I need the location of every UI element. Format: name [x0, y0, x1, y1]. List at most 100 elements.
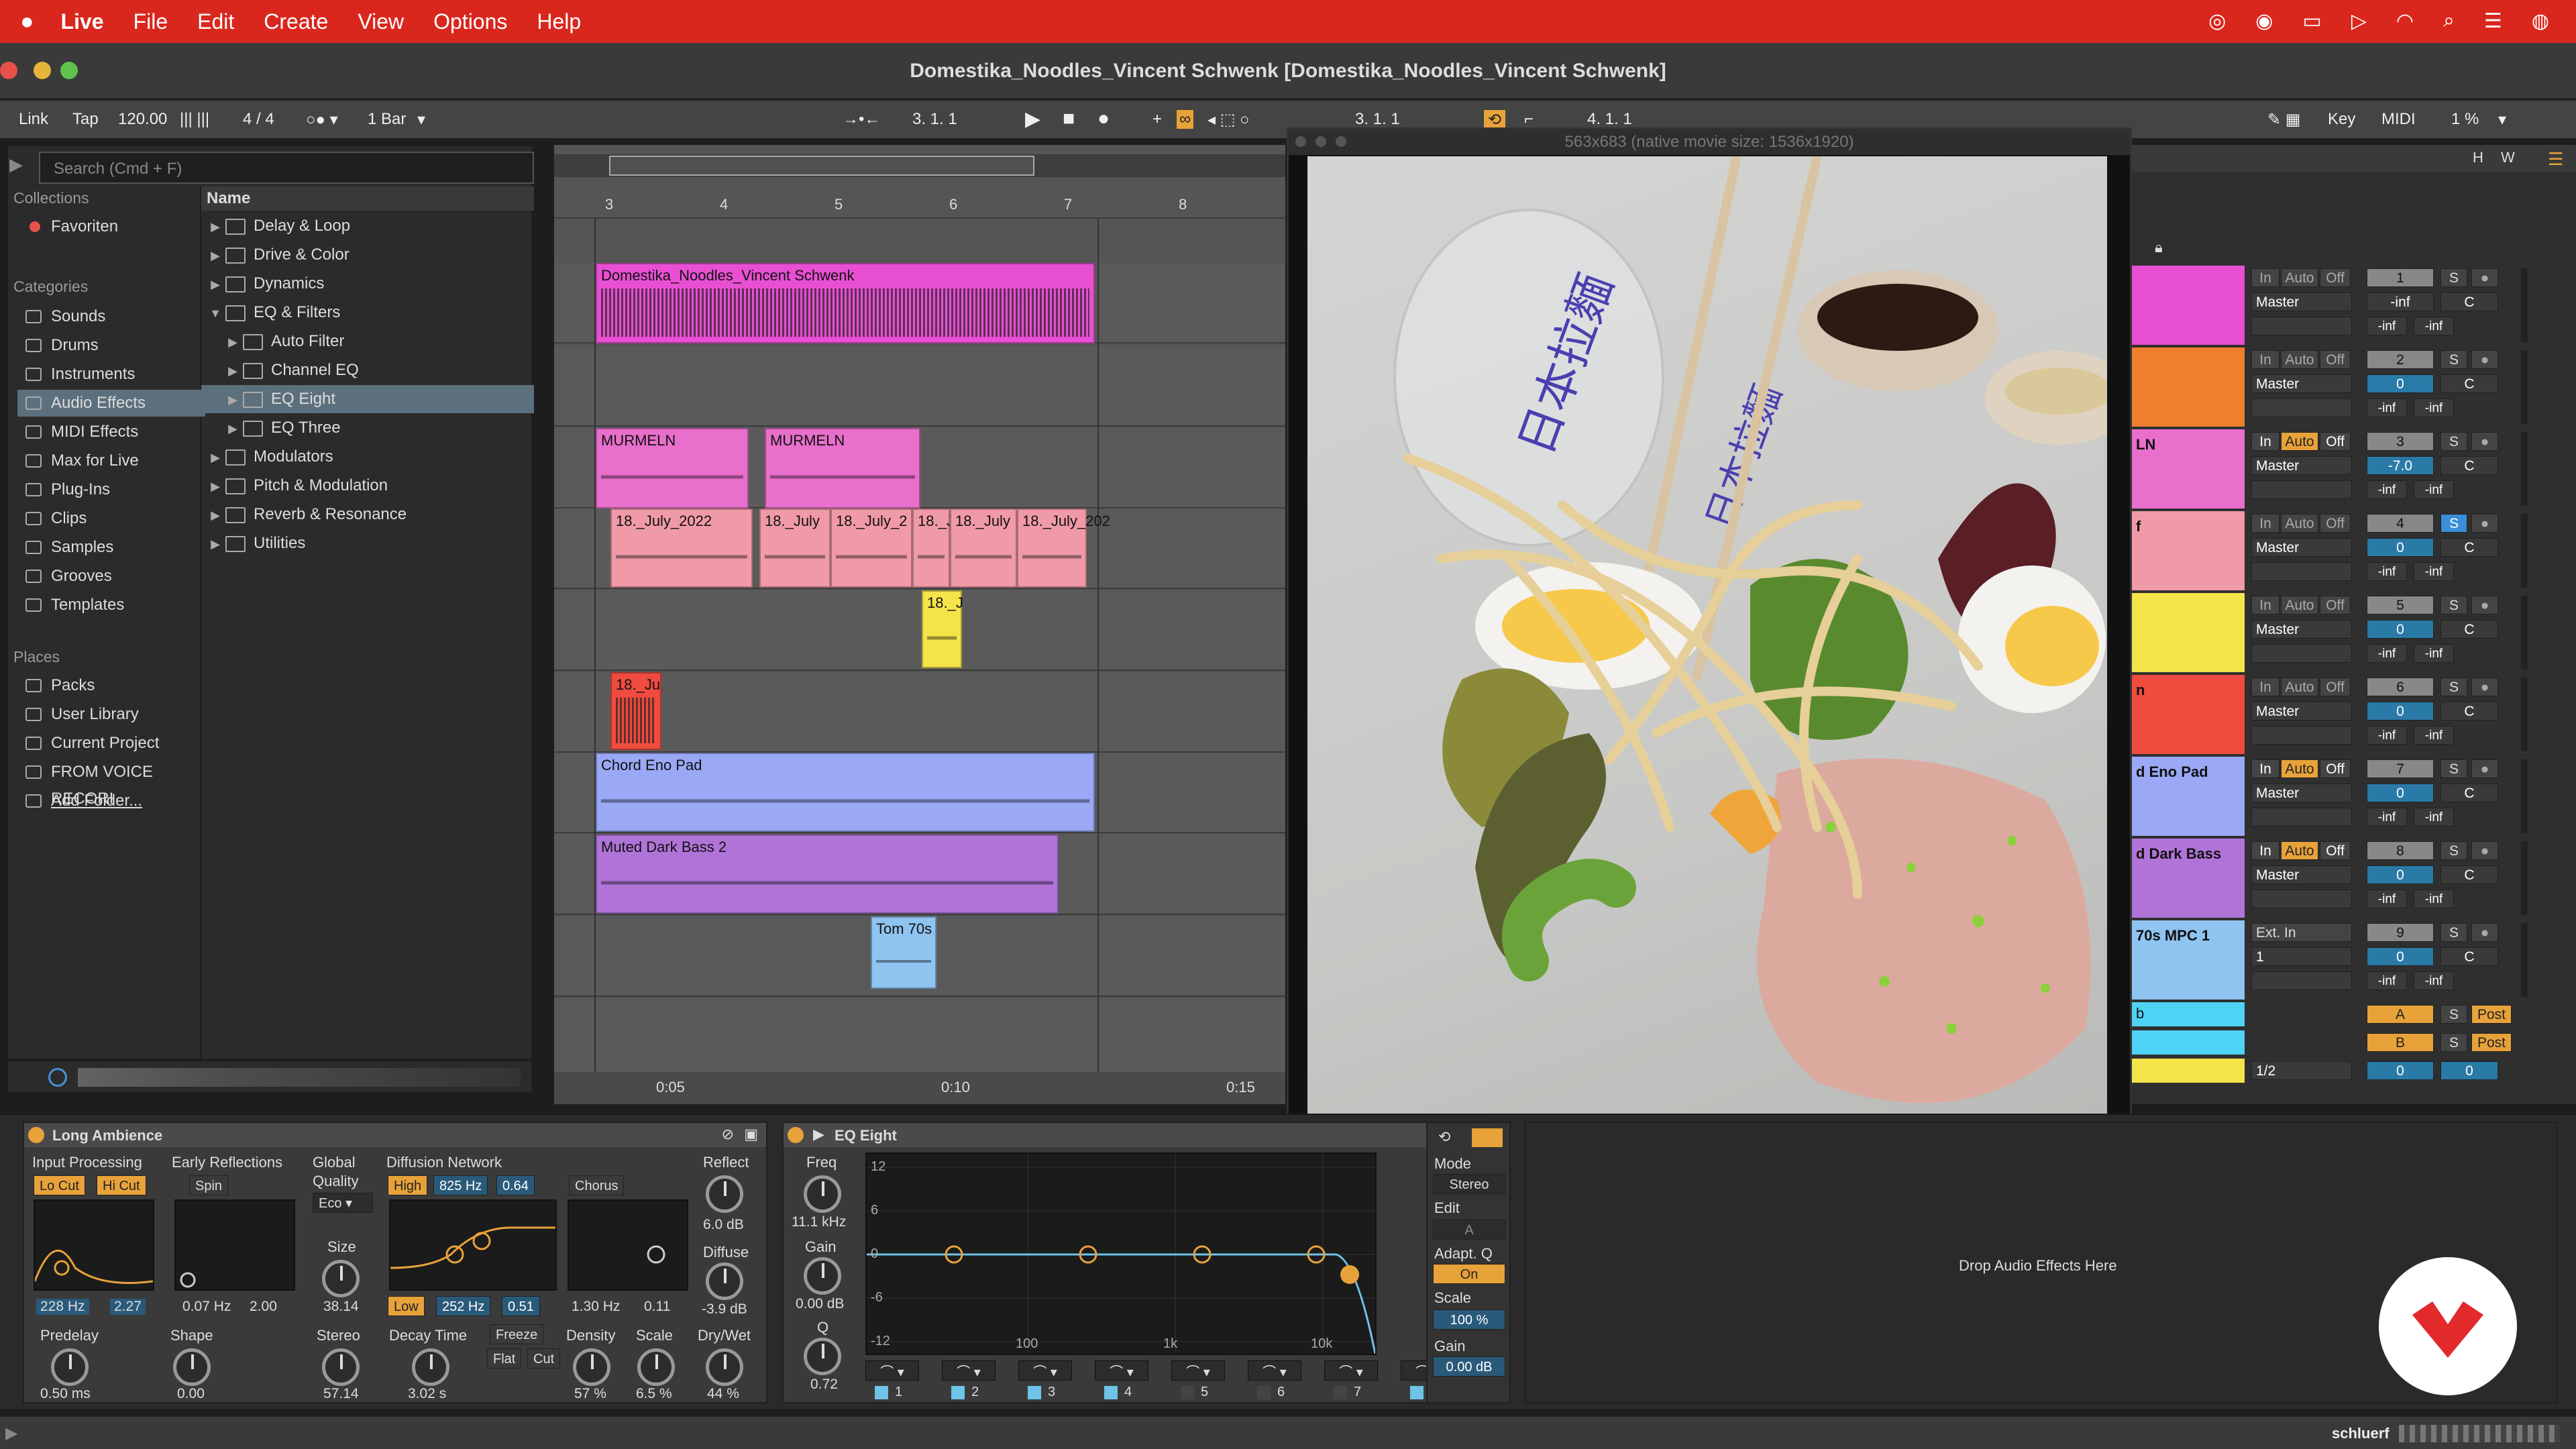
track-title-bar[interactable]: d Dark Bass: [2132, 839, 2245, 918]
name-column-header[interactable]: Name: [201, 186, 534, 211]
high-freq-value[interactable]: 825 Hz: [433, 1175, 488, 1195]
time-signature-field[interactable]: 4 / 4: [243, 110, 274, 129]
monitor-in-button[interactable]: In: [2251, 678, 2279, 696]
edit-a-toggle[interactable]: A: [1433, 1220, 1505, 1240]
arrangement-clip[interactable]: Tom 70s: [871, 916, 936, 989]
adaptive-icon[interactable]: ⟲: [1438, 1128, 1450, 1146]
track-lane[interactable]: [554, 590, 1285, 671]
solo-button[interactable]: S: [2440, 759, 2467, 778]
solo-button[interactable]: S: [2440, 923, 2467, 942]
routing-channel-dropdown[interactable]: [2251, 726, 2352, 745]
arrangement-clip[interactable]: 18._July: [759, 508, 830, 588]
close-window-button[interactable]: [0, 62, 17, 79]
browser-item[interactable]: ▶ Reverb & Resonance: [201, 500, 534, 529]
shape-value[interactable]: 0.00: [177, 1386, 205, 1402]
track-title-bar[interactable]: d Eno Pad: [2132, 757, 2245, 836]
gain-knob[interactable]: [804, 1257, 841, 1295]
routing-channel-dropdown[interactable]: [2251, 480, 2352, 499]
size-knob[interactable]: [322, 1260, 360, 1297]
sidebar-item-plug-ins[interactable]: Plug-Ins: [17, 476, 205, 503]
browser-item[interactable]: ▶ Modulators: [201, 443, 534, 471]
reflect-value[interactable]: 6.0 dB: [703, 1217, 744, 1233]
predelay-value[interactable]: 0.50 ms: [40, 1386, 91, 1402]
pan-field[interactable]: C: [2440, 865, 2498, 884]
output-routing-dropdown[interactable]: Master: [2251, 865, 2352, 884]
spin-rate-value[interactable]: 0.07 Hz: [182, 1299, 231, 1315]
stop-button[interactable]: ■: [1063, 107, 1075, 130]
browser-item[interactable]: ▶ Drive & Color: [201, 241, 534, 269]
follow-icon[interactable]: →•←: [843, 110, 880, 129]
track-title-bar[interactable]: [2132, 266, 2245, 345]
overview-visible-range[interactable]: [609, 156, 1034, 176]
chevron-right-icon[interactable]: ▶: [205, 241, 225, 270]
pan-field[interactable]: C: [2440, 456, 2498, 475]
save-preset-icon[interactable]: ▣: [744, 1126, 758, 1143]
diffuse-value[interactable]: -3.9 dB: [702, 1301, 747, 1318]
menu-icon[interactable]: ☰: [2548, 149, 2563, 170]
monitor-off-button[interactable]: Off: [2320, 841, 2351, 860]
w-button[interactable]: W: [2501, 149, 2515, 166]
monitor-auto-button[interactable]: Auto: [2281, 514, 2318, 533]
routing-channel-dropdown[interactable]: [2251, 890, 2352, 908]
gain-value[interactable]: 0.00 dB: [796, 1296, 844, 1312]
menu-options[interactable]: Options: [433, 9, 507, 34]
place-item-2[interactable]: Current Project: [17, 730, 205, 757]
arrangement-clip[interactable]: Muted Dark Bass 2: [596, 835, 1059, 914]
scale-knob[interactable]: [637, 1348, 675, 1386]
master-pan-field[interactable]: 0: [2440, 1061, 2498, 1080]
track-lane[interactable]: [554, 998, 1285, 1079]
sidebar-item-samples[interactable]: Samples: [17, 534, 205, 561]
hot-swap-icon[interactable]: ⊘: [722, 1126, 734, 1143]
metronome-icon[interactable]: ○● ▾: [306, 110, 338, 129]
size-value[interactable]: 38.14: [323, 1299, 359, 1315]
volume-field[interactable]: 0: [2367, 538, 2434, 557]
output-routing-dropdown[interactable]: Master: [2251, 784, 2352, 802]
track-number-button[interactable]: 1: [2367, 268, 2434, 287]
monitor-off-button[interactable]: Off: [2320, 596, 2351, 614]
predelay-knob[interactable]: [51, 1348, 89, 1386]
quality-dropdown[interactable]: Eco ▾: [313, 1193, 373, 1213]
video-minimize-icon[interactable]: [1316, 136, 1326, 147]
tap-button[interactable]: Tap: [72, 110, 99, 129]
chevron-down-icon[interactable]: ▾: [417, 110, 425, 129]
reflect-knob[interactable]: [706, 1175, 743, 1213]
arrangement-clip[interactable]: 18._July_2022: [610, 508, 753, 588]
chevron-right-icon[interactable]: ▶: [223, 386, 243, 414]
high-value[interactable]: 0.64: [496, 1175, 535, 1195]
high-toggle[interactable]: High: [388, 1175, 428, 1195]
monitor-off-button[interactable]: Off: [2320, 678, 2351, 696]
stereo-knob[interactable]: [322, 1348, 360, 1386]
browser-item[interactable]: ▼ EQ & Filters: [201, 299, 534, 327]
filter-type-dropdown[interactable]: ⌒ ▾: [1018, 1360, 1072, 1381]
scale-value[interactable]: 100 %: [1433, 1309, 1505, 1330]
play-icon[interactable]: ▶: [813, 1126, 824, 1143]
chevron-down-icon[interactable]: ▾: [2498, 110, 2506, 129]
arrangement-clip[interactable]: 18._Ju: [610, 672, 661, 750]
reverb-title-bar[interactable]: Long Ambience ⊘ ▣: [24, 1123, 766, 1147]
arm-button[interactable]: ●: [2471, 432, 2498, 451]
track-title-bar[interactable]: 70s MPC 1: [2132, 920, 2245, 1000]
browser-item[interactable]: ▶ Channel EQ: [201, 356, 534, 384]
headphones-icon[interactable]: [48, 1068, 67, 1087]
play-button[interactable]: ▶: [1025, 107, 1040, 131]
control-center-icon[interactable]: ☰: [2484, 9, 2502, 33]
volume-field[interactable]: 0: [2367, 374, 2434, 393]
output-routing-dropdown[interactable]: Master: [2251, 292, 2352, 311]
monitor-auto-button[interactable]: Auto: [2281, 841, 2318, 860]
siri-icon[interactable]: ◍: [2532, 9, 2549, 33]
monitor-in-button[interactable]: In: [2251, 432, 2279, 451]
sidebar-item-templates[interactable]: Templates: [17, 592, 205, 619]
analyzer-toggle[interactable]: [1472, 1128, 1503, 1147]
monitor-auto-button[interactable]: Auto: [2281, 596, 2318, 614]
band-toggle[interactable]: [875, 1386, 888, 1399]
loop-switch-button[interactable]: ⟲: [1484, 110, 1506, 129]
video-close-icon[interactable]: [1295, 136, 1306, 147]
track-title-bar[interactable]: f: [2132, 511, 2245, 590]
browser-item[interactable]: ▶ Dynamics: [201, 270, 534, 298]
loop-length-field[interactable]: 4. 1. 1: [1587, 110, 1632, 129]
filter-type-dropdown[interactable]: ⌒ ▾: [1095, 1360, 1148, 1381]
arrangement-clip[interactable]: 18._J: [912, 508, 954, 588]
volume-field[interactable]: -7.0: [2367, 456, 2434, 475]
return-title-bar[interactable]: [2132, 1030, 2245, 1055]
monitor-off-button[interactable]: Off: [2320, 268, 2351, 287]
